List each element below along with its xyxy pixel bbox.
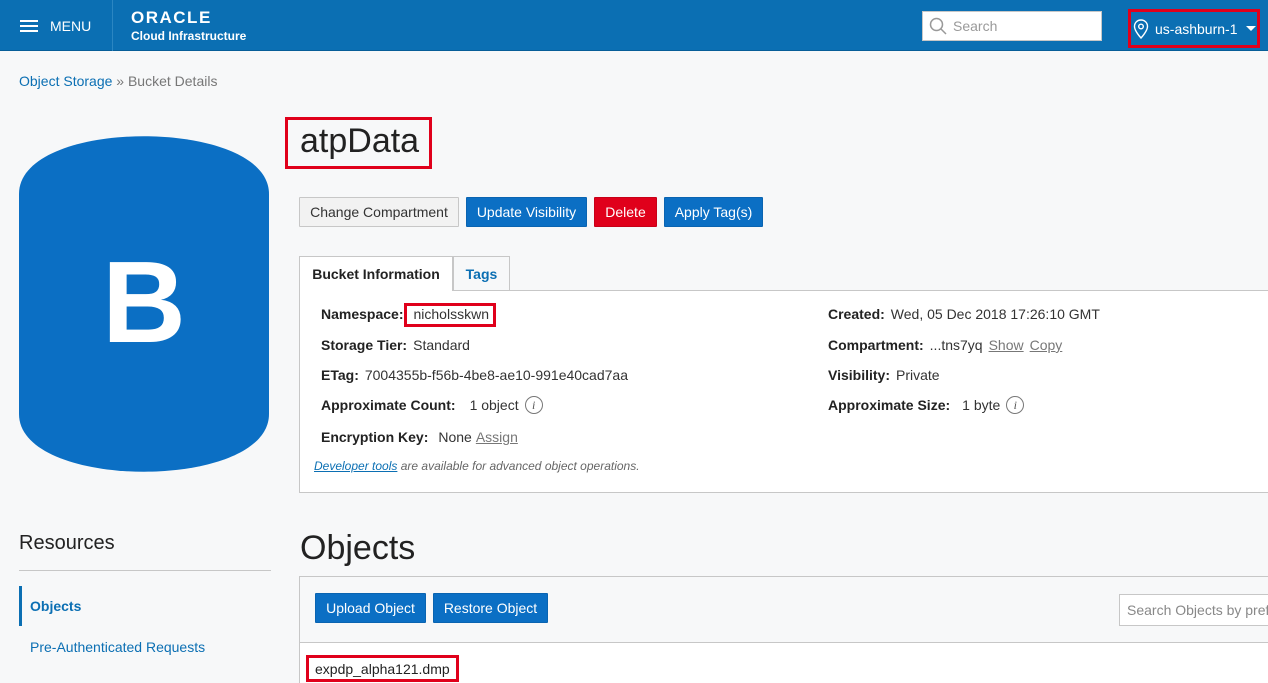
brand-name: ORACLE: [131, 8, 212, 27]
namespace-label: Namespace:: [321, 306, 404, 322]
assign-key-link[interactable]: Assign: [476, 429, 518, 445]
resources-heading: Resources: [19, 532, 115, 554]
update-visibility-button[interactable]: Update Visibility: [466, 197, 587, 227]
region-selector[interactable]: us-ashburn-1: [1128, 9, 1260, 48]
sidebar-item-pre-authenticated-requests[interactable]: Pre-Authenticated Requests: [19, 627, 271, 667]
delete-button[interactable]: Delete: [594, 197, 657, 227]
breadcrumb-current: Bucket Details: [127, 73, 218, 89]
compartment-label: Compartment:: [828, 337, 924, 353]
restore-object-button[interactable]: Restore Object: [433, 593, 548, 623]
storage-tier-label: Storage Tier:: [321, 337, 408, 353]
breadcrumb: Object Storage » Bucket Details: [19, 73, 217, 89]
menu-button[interactable]: MENU: [0, 0, 113, 51]
developer-tools-note: Developer tools are available for advanc…: [314, 459, 640, 473]
search-icon: [929, 17, 947, 35]
divider: [19, 570, 271, 571]
approx-count-label: Approximate Count:: [321, 397, 456, 413]
compartment-row: Compartment: ...tns7yq Show Copy: [828, 337, 1062, 353]
encryption-key-row: Encryption Key: None Assign: [321, 429, 518, 445]
storage-tier-row: Storage Tier: Standard: [321, 337, 470, 353]
info-icon[interactable]: i: [1006, 396, 1025, 414]
tab-bucket-information[interactable]: Bucket Information: [299, 256, 453, 291]
encryption-key-value: None: [438, 429, 472, 445]
approx-count-value: 1 object: [469, 397, 519, 413]
upload-object-button[interactable]: Upload Object: [315, 593, 426, 623]
hamburger-icon: [20, 19, 38, 32]
encryption-key-label: Encryption Key:: [321, 429, 429, 445]
compartment-copy-link[interactable]: Copy: [1030, 337, 1063, 353]
approx-size-label: Approximate Size:: [828, 397, 951, 413]
apply-tags-button[interactable]: Apply Tag(s): [664, 197, 763, 227]
object-row[interactable]: expdp_alpha121.dmp: [306, 655, 459, 682]
objects-heading: Objects: [300, 529, 416, 567]
info-icon[interactable]: i: [524, 396, 543, 414]
menu-label: MENU: [50, 17, 92, 34]
compartment-value: ...tns7yq: [929, 337, 983, 353]
visibility-label: Visibility:: [828, 367, 890, 383]
page-title: atpData: [300, 122, 420, 160]
created-label: Created:: [828, 306, 885, 322]
oracle-logo[interactable]: ORACLE Cloud Infrastructure: [131, 8, 247, 44]
approx-size-row: Approximate Size: 1 byte i: [828, 396, 1025, 414]
sidebar-item-objects[interactable]: Objects: [19, 586, 271, 626]
namespace-highlight: [404, 303, 496, 327]
etag-label: ETag:: [321, 367, 359, 383]
storage-tier-value: Standard: [413, 337, 470, 353]
approx-count-row: Approximate Count: 1 object i: [321, 396, 543, 414]
created-row: Created: Wed, 05 Dec 2018 17:26:10 GMT: [828, 306, 1100, 322]
search-input[interactable]: [953, 18, 1093, 34]
created-value: Wed, 05 Dec 2018 17:26:10 GMT: [890, 306, 1100, 322]
etag-value: 7004355b-f56b-4be8-ae10-991e40cad7aa: [364, 367, 628, 383]
change-compartment-button[interactable]: Change Compartment: [299, 197, 459, 227]
location-pin-icon: [1133, 18, 1149, 39]
bucket-icon: B: [19, 136, 269, 472]
tab-tags[interactable]: Tags: [453, 256, 510, 291]
breadcrumb-object-storage[interactable]: Object Storage: [19, 73, 112, 89]
region-label: us-ashburn-1: [1155, 20, 1238, 37]
top-navigation-bar: MENU ORACLE Cloud Infrastructure us-ashb…: [0, 0, 1268, 51]
chevron-down-icon: [1245, 26, 1256, 31]
visibility-row: Visibility: Private: [828, 367, 940, 383]
developer-tools-text: are available for advanced object operat…: [397, 459, 640, 473]
etag-row: ETag: 7004355b-f56b-4be8-ae10-991e40cad7…: [321, 367, 628, 383]
objects-search-input[interactable]: [1119, 594, 1268, 626]
breadcrumb-separator: »: [116, 73, 125, 89]
compartment-show-link[interactable]: Show: [989, 337, 1024, 353]
developer-tools-link[interactable]: Developer tools: [314, 459, 397, 473]
brand-subtitle: Cloud Infrastructure: [131, 29, 247, 43]
bucket-icon-letter: B: [102, 237, 186, 367]
approx-size-value: 1 byte: [962, 397, 1001, 413]
global-search[interactable]: [922, 11, 1102, 41]
visibility-value: Private: [895, 367, 940, 383]
